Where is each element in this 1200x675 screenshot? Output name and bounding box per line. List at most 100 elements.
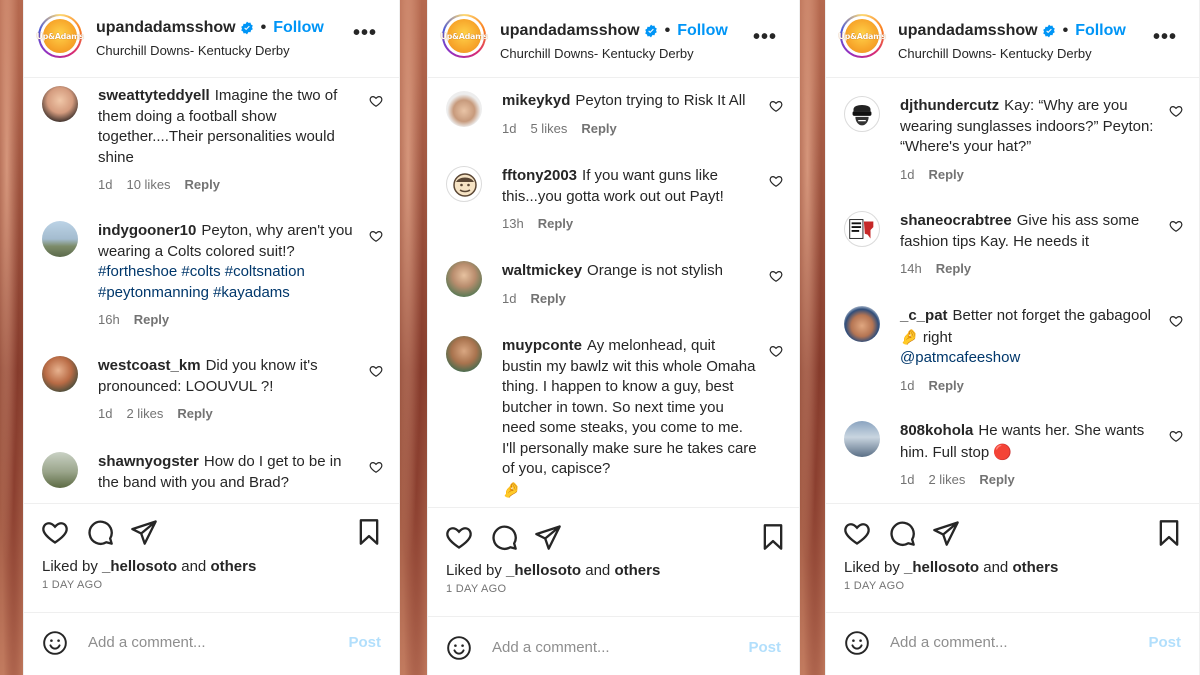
like-comment-heart-icon[interactable]	[1169, 104, 1183, 118]
post-comment-button[interactable]: Post	[748, 639, 781, 656]
post-comment-button[interactable]: Post	[1148, 634, 1181, 651]
commenter-avatar[interactable]	[42, 221, 78, 257]
add-comment-input[interactable]: Add a comment...	[890, 634, 1008, 651]
comment-username[interactable]: indygooner10	[98, 222, 196, 239]
like-comment-heart-icon[interactable]	[1169, 429, 1183, 443]
profile-username[interactable]: upandadamsshow	[96, 19, 236, 37]
comment-username[interactable]: shaneocrabtree	[900, 212, 1012, 229]
like-comment-heart-icon[interactable]	[369, 94, 383, 108]
like-heart-icon[interactable]	[41, 518, 69, 546]
share-send-icon[interactable]	[534, 523, 562, 551]
liked-by-text[interactable]: Liked by _hellosoto and others	[844, 559, 1058, 576]
profile-avatar[interactable]: Up&Adams	[440, 14, 488, 58]
liked-user[interactable]: _hellosoto	[904, 559, 979, 576]
comment-emoji: 🤌	[502, 480, 521, 499]
liked-others[interactable]: others	[614, 562, 660, 579]
reply-button[interactable]: Reply	[581, 119, 616, 140]
like-comment-heart-icon[interactable]	[1169, 314, 1183, 328]
reply-button[interactable]: Reply	[134, 310, 169, 331]
follow-button[interactable]: Follow	[1075, 22, 1126, 40]
comment-username[interactable]: waltmickey	[502, 262, 582, 279]
comment-likes[interactable]: 2 likes	[126, 404, 163, 425]
comment-bubble-icon[interactable]	[888, 519, 916, 547]
comment-username[interactable]: sweattyteddyell	[98, 87, 210, 104]
follow-button[interactable]: Follow	[677, 22, 728, 40]
commenter-avatar[interactable]	[42, 452, 78, 488]
like-comment-heart-icon[interactable]	[769, 174, 783, 188]
comment-username[interactable]: mikeykyd	[502, 92, 570, 109]
liked-others[interactable]: others	[1012, 559, 1058, 576]
post-comment-button[interactable]: Post	[348, 634, 381, 651]
reply-button[interactable]: Reply	[928, 165, 963, 186]
commenter-avatar[interactable]	[844, 96, 880, 132]
comment-bubble-icon[interactable]	[490, 523, 518, 551]
commenter-avatar[interactable]	[42, 356, 78, 392]
like-comment-heart-icon[interactable]	[369, 229, 383, 243]
commenter-avatar[interactable]	[446, 336, 482, 372]
commenter-avatar[interactable]	[42, 86, 78, 122]
like-heart-icon[interactable]	[445, 523, 473, 551]
save-bookmark-icon[interactable]	[355, 518, 383, 546]
share-send-icon[interactable]	[130, 518, 158, 546]
liked-user[interactable]: _hellosoto	[102, 558, 177, 575]
commenter-avatar[interactable]	[844, 211, 880, 247]
comment-username[interactable]: muypconte	[502, 337, 582, 354]
reply-button[interactable]: Reply	[185, 175, 220, 196]
more-options-icon[interactable]: •••	[1153, 27, 1177, 47]
profile-username[interactable]: upandadamsshow	[898, 22, 1038, 40]
reply-button[interactable]: Reply	[936, 259, 971, 280]
like-comment-heart-icon[interactable]	[769, 99, 783, 113]
location-label[interactable]: Churchill Downs- Kentucky Derby	[96, 43, 290, 58]
follow-button[interactable]: Follow	[273, 19, 324, 37]
more-options-icon[interactable]: •••	[353, 23, 377, 43]
commenter-avatar[interactable]	[844, 421, 880, 457]
save-bookmark-icon[interactable]	[759, 523, 787, 551]
comment-username[interactable]: shawnyogster	[98, 453, 199, 470]
like-comment-heart-icon[interactable]	[769, 344, 783, 358]
comment-username[interactable]: djthundercutz	[900, 97, 999, 114]
emoji-smile-icon[interactable]	[844, 630, 870, 656]
share-send-icon[interactable]	[932, 519, 960, 547]
comment-username[interactable]: 808kohola	[900, 422, 973, 439]
like-heart-icon[interactable]	[843, 519, 871, 547]
like-comment-heart-icon[interactable]	[1169, 219, 1183, 233]
reply-button[interactable]: Reply	[530, 289, 565, 310]
comment-likes[interactable]: 5 likes	[530, 119, 567, 140]
commenter-avatar[interactable]	[446, 91, 482, 127]
like-comment-heart-icon[interactable]	[369, 364, 383, 378]
comment-likes[interactable]: 10 likes	[126, 175, 170, 196]
like-comment-heart-icon[interactable]	[369, 460, 383, 474]
add-comment-input[interactable]: Add a comment...	[492, 639, 610, 656]
commenter-avatar[interactable]	[446, 261, 482, 297]
reply-button[interactable]: Reply	[177, 404, 212, 425]
profile-avatar[interactable]: Up&Adams	[838, 14, 886, 58]
reply-button[interactable]: Reply	[979, 470, 1014, 491]
location-label[interactable]: Churchill Downs- Kentucky Derby	[500, 46, 694, 61]
liked-by-text[interactable]: Liked by _hellosoto and others	[42, 558, 256, 575]
comment-username[interactable]: fftony2003	[502, 167, 577, 184]
emoji-smile-icon[interactable]	[42, 630, 68, 656]
liked-by-text[interactable]: Liked by _hellosoto and others	[446, 562, 660, 579]
liked-prefix: Liked by	[844, 559, 900, 576]
reply-button[interactable]: Reply	[928, 376, 963, 397]
more-options-icon[interactable]: •••	[753, 27, 777, 47]
divider	[24, 503, 399, 504]
commenter-avatar[interactable]	[446, 166, 482, 202]
comment-username[interactable]: westcoast_km	[98, 357, 201, 374]
comment-username[interactable]: _c_pat	[900, 307, 948, 324]
commenter-avatar[interactable]	[844, 306, 880, 342]
profile-username[interactable]: upandadamsshow	[500, 22, 640, 40]
comment-bubble-icon[interactable]	[86, 518, 114, 546]
liked-user[interactable]: _hellosoto	[506, 562, 581, 579]
profile-avatar[interactable]: Up&Adams	[36, 14, 84, 58]
comment-hashtags[interactable]: #fortheshoe #colts #coltsnation #peytonm…	[98, 262, 353, 303]
like-comment-heart-icon[interactable]	[769, 269, 783, 283]
liked-others[interactable]: others	[210, 558, 256, 575]
reply-button[interactable]: Reply	[538, 214, 573, 235]
comment-likes[interactable]: 2 likes	[928, 470, 965, 491]
add-comment-input[interactable]: Add a comment...	[88, 634, 206, 651]
save-bookmark-icon[interactable]	[1155, 519, 1183, 547]
emoji-smile-icon[interactable]	[446, 635, 472, 661]
comment-mention[interactable]: @patmcafeeshow	[900, 348, 1155, 369]
location-label[interactable]: Churchill Downs- Kentucky Derby	[898, 46, 1092, 61]
